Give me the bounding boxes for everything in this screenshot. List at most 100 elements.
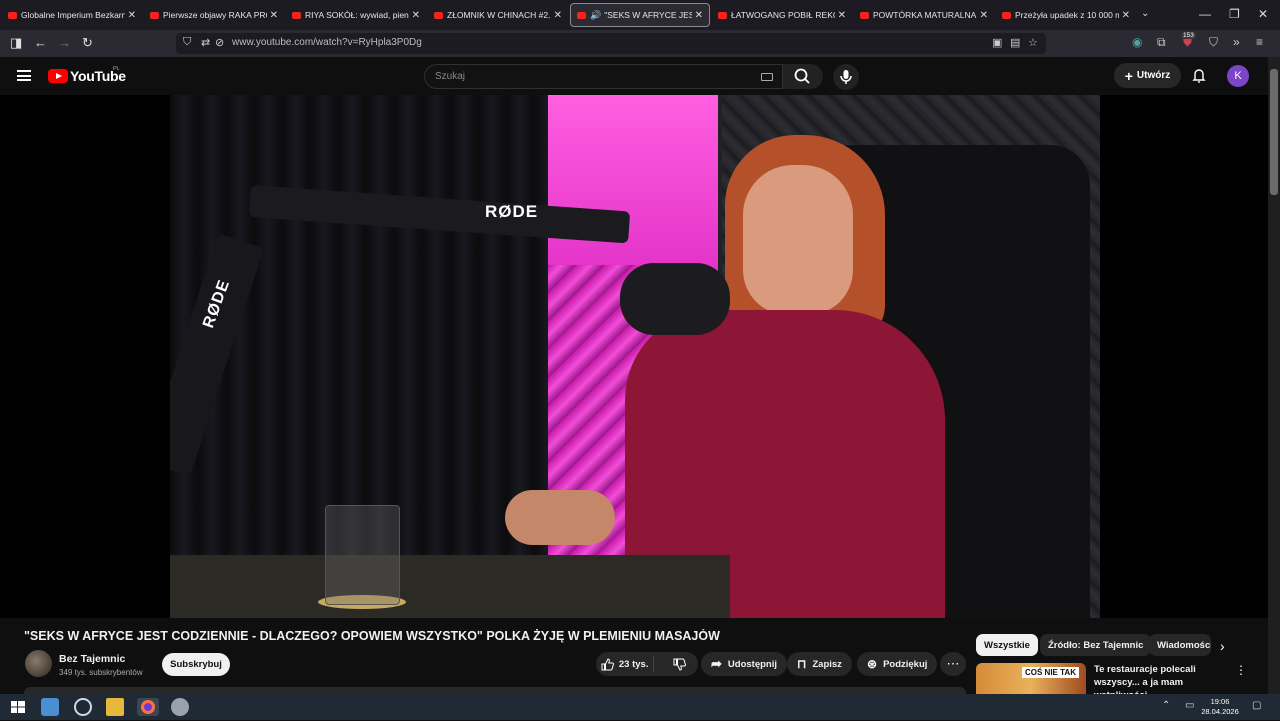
system-clock[interactable]: 19:06 28.04.2026 bbox=[1200, 697, 1240, 717]
chip-news[interactable]: Wiadomości bbox=[1149, 634, 1211, 656]
video-player[interactable]: RØDE RØDE bbox=[0, 95, 1268, 618]
reload-icon[interactable]: ↻ bbox=[82, 35, 93, 51]
close-tab-icon[interactable]: ✕ bbox=[1122, 10, 1130, 21]
video-frame[interactable]: RØDE RØDE bbox=[170, 95, 1100, 618]
taskbar-app-icon[interactable] bbox=[171, 698, 189, 716]
youtube-favicon-icon bbox=[150, 11, 159, 19]
url-text[interactable]: www.youtube.com/watch?v=RyHpla3P0Dg bbox=[232, 37, 422, 48]
browser-tab-strip: Globalne Imperium Bezkarności✕ Pierwsze … bbox=[0, 0, 1280, 30]
restore-icon[interactable]: ❐ bbox=[1229, 7, 1240, 21]
close-tab-icon[interactable]: ✕ bbox=[554, 10, 562, 21]
hamburger-menu-icon[interactable] bbox=[17, 70, 31, 81]
channel-avatar[interactable] bbox=[25, 650, 52, 677]
close-window-icon[interactable]: ✕ bbox=[1258, 7, 1268, 21]
clock-date: 28.04.2026 bbox=[1201, 707, 1239, 716]
create-button[interactable]: + Utwórz bbox=[1114, 63, 1181, 88]
recommended-thumbnail[interactable]: COŚ NIE TAK bbox=[976, 663, 1086, 694]
chevron-right-icon[interactable]: › bbox=[1220, 638, 1225, 654]
search-placeholder: Szukaj bbox=[435, 71, 466, 82]
sidebar-toggle-icon[interactable]: ◨ bbox=[10, 35, 22, 51]
description-box[interactable] bbox=[24, 687, 966, 694]
video-person-face bbox=[743, 165, 853, 315]
browser-tab-active[interactable]: 🔊"SEKS W AFRYCE JEST CODZIENNIE ✕ bbox=[570, 3, 710, 27]
address-bar[interactable]: ⛉ ⇄ ⊘ www.youtube.com/watch?v=RyHpla3P0D… bbox=[176, 33, 1046, 54]
like-button[interactable]: 23 tys. bbox=[596, 656, 655, 672]
share-button[interactable]: ➦ Udostępnij bbox=[701, 652, 787, 676]
reader-view-icon[interactable]: ▤ bbox=[1010, 36, 1020, 49]
tab-title: Pierwsze objawy RAKA PROSTATY bbox=[163, 10, 267, 20]
more-actions-icon[interactable]: ⋯ bbox=[940, 652, 966, 676]
search-icon bbox=[794, 68, 810, 84]
tray-overflow-icon[interactable]: ⌃ bbox=[1162, 700, 1170, 711]
country-code: PL bbox=[113, 66, 120, 72]
tab-title: Przeżyła upadek z 10 000 metrów bbox=[1015, 10, 1119, 20]
taskbar-app-computer-icon[interactable] bbox=[41, 698, 59, 716]
share-label: Udostępnij bbox=[727, 658, 777, 670]
browser-tab[interactable]: RIYA SOKÓŁ: wywiad, pieniądze✕ bbox=[286, 3, 426, 27]
thanks-button[interactable]: ⊛ Podziękuj bbox=[857, 652, 938, 676]
no-autoplay-icon[interactable]: ⊘ bbox=[215, 36, 224, 49]
search-button[interactable] bbox=[783, 64, 823, 89]
minimize-icon[interactable]: — bbox=[1199, 7, 1211, 21]
notifications-bell-icon[interactable] bbox=[1191, 67, 1207, 83]
youtube-favicon-icon bbox=[860, 11, 869, 19]
video-glass bbox=[325, 505, 400, 605]
list-all-tabs-icon[interactable]: ⌄ bbox=[1141, 8, 1149, 19]
scrollbar-thumb[interactable] bbox=[1270, 69, 1278, 195]
extension-icon[interactable]: ◉ bbox=[1132, 35, 1142, 49]
browser-tab[interactable]: Globalne Imperium Bezkarności✕ bbox=[2, 3, 142, 27]
clock-time: 19:06 bbox=[1210, 697, 1230, 706]
bookmark-star-icon[interactable]: ☆ bbox=[1028, 36, 1038, 49]
close-tab-icon[interactable]: ✕ bbox=[838, 10, 846, 21]
chip-source-channel[interactable]: Źródło: Bez Tajemnic bbox=[1040, 634, 1152, 656]
youtube-favicon-icon bbox=[292, 11, 301, 19]
recommended-menu-icon[interactable]: ⋮ bbox=[1235, 663, 1247, 677]
tab-title: POWTÓRKA MATURALNA Z POLSKIEGO bbox=[873, 10, 977, 20]
save-label: Zapisz bbox=[812, 658, 842, 670]
create-label: Utwórz bbox=[1136, 70, 1171, 81]
browser-tab[interactable]: Pierwsze objawy RAKA PROSTATY✕ bbox=[144, 3, 284, 27]
keyboard-icon[interactable] bbox=[761, 73, 773, 81]
steam-icon[interactable] bbox=[74, 698, 92, 716]
search-input[interactable]: Szukaj bbox=[424, 64, 783, 89]
video-brand-text: RØDE bbox=[485, 202, 539, 221]
dislike-button[interactable] bbox=[660, 658, 698, 671]
firefox-icon[interactable] bbox=[137, 698, 159, 716]
subscriber-count: 349 tys. subskrybentów bbox=[59, 668, 143, 677]
forward-icon[interactable]: → bbox=[58, 35, 71, 50]
subscribe-button[interactable]: Subskrybuj bbox=[162, 653, 230, 676]
permissions-icon[interactable]: ⇄ bbox=[201, 36, 210, 49]
back-icon[interactable]: ← bbox=[34, 35, 47, 50]
youtube-favicon-icon bbox=[718, 11, 727, 19]
chip-all[interactable]: Wszystkie bbox=[976, 634, 1038, 656]
close-tab-icon[interactable]: ✕ bbox=[980, 10, 988, 21]
bookmark-icon: ⊓ bbox=[797, 657, 807, 671]
more-tools-icon[interactable]: » bbox=[1233, 35, 1240, 49]
channel-name[interactable]: Bez Tajemnic bbox=[59, 653, 125, 665]
network-icon[interactable]: ▭ bbox=[1185, 700, 1194, 711]
close-tab-icon[interactable]: ✕ bbox=[695, 10, 703, 21]
save-button[interactable]: ⊓ Zapisz bbox=[787, 652, 852, 676]
notifications-icon[interactable]: ▢ bbox=[1252, 700, 1261, 711]
close-tab-icon[interactable]: ✕ bbox=[412, 10, 420, 21]
picture-in-picture-icon[interactable]: ▣ bbox=[992, 36, 1002, 49]
thumbs-down-icon bbox=[673, 658, 686, 671]
browser-tab[interactable]: ŁATWOGANG POBIŁ REKORD✕ bbox=[712, 3, 852, 27]
voice-search-button[interactable] bbox=[833, 64, 859, 90]
youtube-logo-icon[interactable] bbox=[48, 69, 68, 83]
browser-tab[interactable]: POWTÓRKA MATURALNA Z POLSKIEGO✕ bbox=[854, 3, 994, 27]
browser-tab[interactable]: Przeżyła upadek z 10 000 metrów✕ bbox=[996, 3, 1136, 27]
windows-start-icon[interactable] bbox=[9, 698, 27, 716]
youtube-favicon-icon bbox=[1002, 11, 1011, 19]
close-tab-icon[interactable]: ✕ bbox=[128, 10, 136, 21]
app-menu-icon[interactable]: ≡ bbox=[1256, 35, 1263, 49]
shield-icon[interactable]: ⛉ bbox=[183, 36, 191, 49]
audio-playing-icon[interactable]: 🔊 bbox=[590, 10, 601, 21]
close-tab-icon[interactable]: ✕ bbox=[270, 10, 278, 21]
file-explorer-icon[interactable] bbox=[106, 698, 124, 716]
page-scrollbar[interactable] bbox=[1268, 57, 1280, 694]
shield-extension-icon[interactable]: ⛉ bbox=[1209, 35, 1218, 50]
browser-tab[interactable]: ZŁOMNIK W CHINACH #2. LUKSUS✕ bbox=[428, 3, 568, 27]
extensions-puzzle-icon[interactable]: ⧉ bbox=[1157, 35, 1166, 50]
account-avatar[interactable]: K bbox=[1227, 65, 1249, 87]
